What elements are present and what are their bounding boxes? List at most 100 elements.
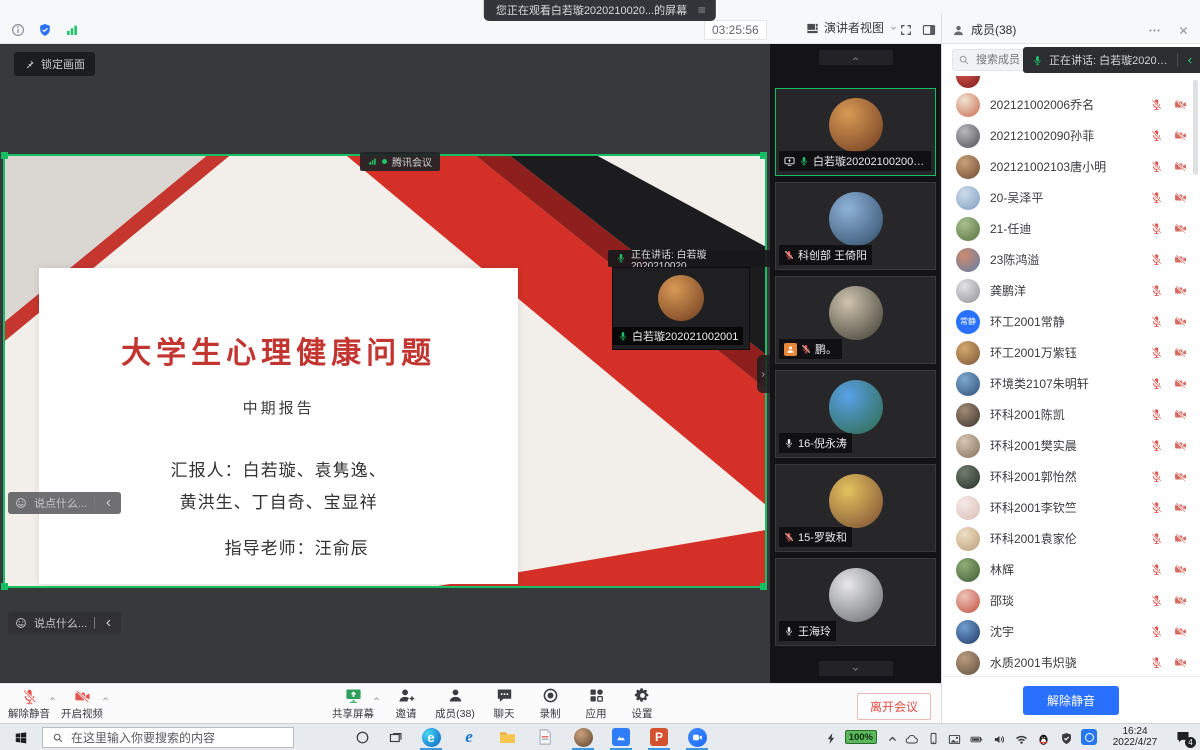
wifi-icon[interactable]: [1015, 731, 1028, 744]
member-row[interactable]: 环科2001陈凯: [942, 399, 1200, 430]
member-row[interactable]: [942, 76, 1200, 89]
task-view-button[interactable]: [379, 724, 412, 750]
tray-expand-icon[interactable]: [886, 732, 896, 742]
battery-icon[interactable]: [970, 730, 984, 744]
cam-off-icon: [1174, 98, 1187, 111]
taskbar-clock[interactable]: 16:24 2022/4/27: [1106, 726, 1164, 749]
lock-view-button[interactable]: 锁定画面: [14, 52, 95, 76]
record-button[interactable]: 录制: [527, 685, 573, 723]
chevron-left-icon[interactable]: [1184, 54, 1195, 65]
member-row[interactable]: 环科2001袁家伦: [942, 523, 1200, 554]
fullscreen-button[interactable]: [899, 21, 913, 37]
toggle-panel-button[interactable]: [922, 21, 936, 37]
video-thumbnail-tile[interactable]: 白若璇202021002001的屏幕共享: [775, 88, 936, 176]
mic-off-icon: [1150, 625, 1163, 638]
qq-penguin-icon[interactable]: [1037, 730, 1051, 744]
member-row[interactable]: 202121002090孙菲: [942, 120, 1200, 151]
video-options-caret[interactable]: [101, 693, 110, 703]
taskbar-app-explorer[interactable]: [488, 724, 526, 750]
unmute-button[interactable]: 解除静音: [1023, 686, 1119, 715]
meeting-elapsed-time: 03:25:56: [704, 20, 767, 40]
video-thumbnail-tile[interactable]: 16-倪永涛: [775, 370, 936, 458]
taskbar-app-meeting[interactable]: [678, 724, 716, 750]
member-row[interactable]: 23陈鸿溢: [942, 244, 1200, 275]
taskbar-app-wps[interactable]: [602, 724, 640, 750]
panel-more-button[interactable]: [1148, 21, 1161, 36]
member-row[interactable]: 林辉: [942, 554, 1200, 585]
cam-off-icon: [1174, 222, 1187, 235]
say-something-bubble[interactable]: 说点什么...: [8, 492, 121, 514]
chevron-left-icon[interactable]: [102, 617, 114, 629]
taskbar-app-edge[interactable]: e: [412, 724, 450, 750]
watching-title-pill[interactable]: 您正在观看白若璇2020210020...的屏幕: [484, 0, 716, 21]
video-thumbnail-tile[interactable]: 王海玲: [775, 558, 936, 646]
tencent-meeting-watermark: 腾讯会议: [360, 152, 440, 171]
collapse-thumbnails-handle[interactable]: [757, 355, 770, 393]
unmute-mic-button[interactable]: 解除静音: [6, 685, 52, 723]
menu-icon[interactable]: [697, 5, 707, 16]
member-avatar: [956, 465, 980, 489]
thumbnail-label: 科创部 王倚阳: [779, 245, 872, 265]
invite-button[interactable]: 邀请: [383, 685, 429, 723]
notification-center-button[interactable]: 4: [1173, 728, 1193, 746]
member-row[interactable]: 环境类2107朱明轩: [942, 368, 1200, 399]
taskbar-app-word[interactable]: [526, 724, 564, 750]
taskbar-app-powerpoint[interactable]: P: [640, 724, 678, 750]
meeting-security-shield-button[interactable]: [38, 21, 52, 37]
thumbnail-name: 15-罗致和: [798, 529, 847, 545]
phone-device-icon[interactable]: [927, 731, 939, 743]
member-row[interactable]: 环科2001李钦竺: [942, 492, 1200, 523]
member-list-scrollbar[interactable]: [1193, 80, 1198, 175]
video-thumbnail-tile[interactable]: 鹏。: [775, 276, 936, 364]
speaker-view-icon: [806, 20, 819, 35]
member-row[interactable]: 环科2001樊实晨: [942, 430, 1200, 461]
member-row[interactable]: 环科2001郭怡然: [942, 461, 1200, 492]
settings-button[interactable]: 设置: [619, 685, 665, 723]
member-row[interactable]: 沈宇: [942, 616, 1200, 647]
screenshot-tool-icon[interactable]: [948, 731, 961, 744]
apps-button[interactable]: 应用: [573, 685, 619, 723]
member-row[interactable]: 20-吴泽平: [942, 182, 1200, 213]
invite-label: 邀请: [396, 706, 417, 721]
member-avatar: [956, 527, 980, 551]
member-row[interactable]: 龚鹏洋: [942, 275, 1200, 306]
start-video-button[interactable]: 开启视频: [59, 685, 105, 723]
taskbar-app-ie[interactable]: e: [450, 724, 488, 750]
mic-options-caret[interactable]: [48, 693, 57, 703]
share-screen-options-caret[interactable]: [372, 693, 381, 703]
view-mode-button[interactable]: 演讲者视图: [806, 19, 898, 36]
member-status-icons: [1150, 532, 1187, 545]
thumbnails-scroll-down-button[interactable]: [819, 661, 893, 676]
security-shield-icon[interactable]: [1060, 731, 1072, 743]
video-thumbnail-tile[interactable]: 科创部 王倚阳: [775, 182, 936, 270]
panel-close-button[interactable]: [1177, 21, 1190, 36]
office-app-icon[interactable]: [1081, 729, 1097, 745]
start-button[interactable]: [0, 724, 42, 750]
say-something-bubble[interactable]: 说点什么...: [8, 612, 121, 634]
members-button[interactable]: 成员(38): [429, 685, 481, 723]
member-row[interactable]: 202121002006乔名: [942, 89, 1200, 120]
chat-button[interactable]: 聊天: [481, 685, 527, 723]
taskbar-app-qq[interactable]: [564, 724, 602, 750]
meeting-info-icon-button[interactable]: [11, 21, 25, 37]
cam-off-icon: [1174, 191, 1187, 204]
member-row[interactable]: 邵琰: [942, 585, 1200, 616]
chevron-left-icon[interactable]: [102, 497, 114, 509]
member-row[interactable]: 202121002103唐小明: [942, 151, 1200, 182]
member-row[interactable]: 环工2001万紫钰: [942, 337, 1200, 368]
taskbar-search[interactable]: 在这里输入你要搜索的内容: [42, 727, 294, 748]
cloud-icon[interactable]: [905, 731, 918, 744]
member-row[interactable]: 常静环工2001常静: [942, 306, 1200, 337]
network-signal-button[interactable]: [65, 21, 79, 37]
video-thumbnail-tile[interactable]: 15-罗致和: [775, 464, 936, 552]
member-row[interactable]: 21-任迪: [942, 213, 1200, 244]
mic-off-icon: [1150, 191, 1163, 204]
cortana-button[interactable]: [346, 724, 379, 750]
leave-meeting-button[interactable]: 离开会议: [857, 693, 931, 720]
floating-video-tile[interactable]: 白若璇202021002001: [612, 267, 750, 350]
thumbnails-scroll-up-button[interactable]: [819, 50, 893, 65]
share-screen-button[interactable]: 共享屏幕: [330, 685, 376, 723]
member-row[interactable]: 水质2001韦炽骁: [942, 647, 1200, 676]
member-status-icons: [1150, 98, 1187, 111]
volume-icon[interactable]: [993, 731, 1006, 744]
